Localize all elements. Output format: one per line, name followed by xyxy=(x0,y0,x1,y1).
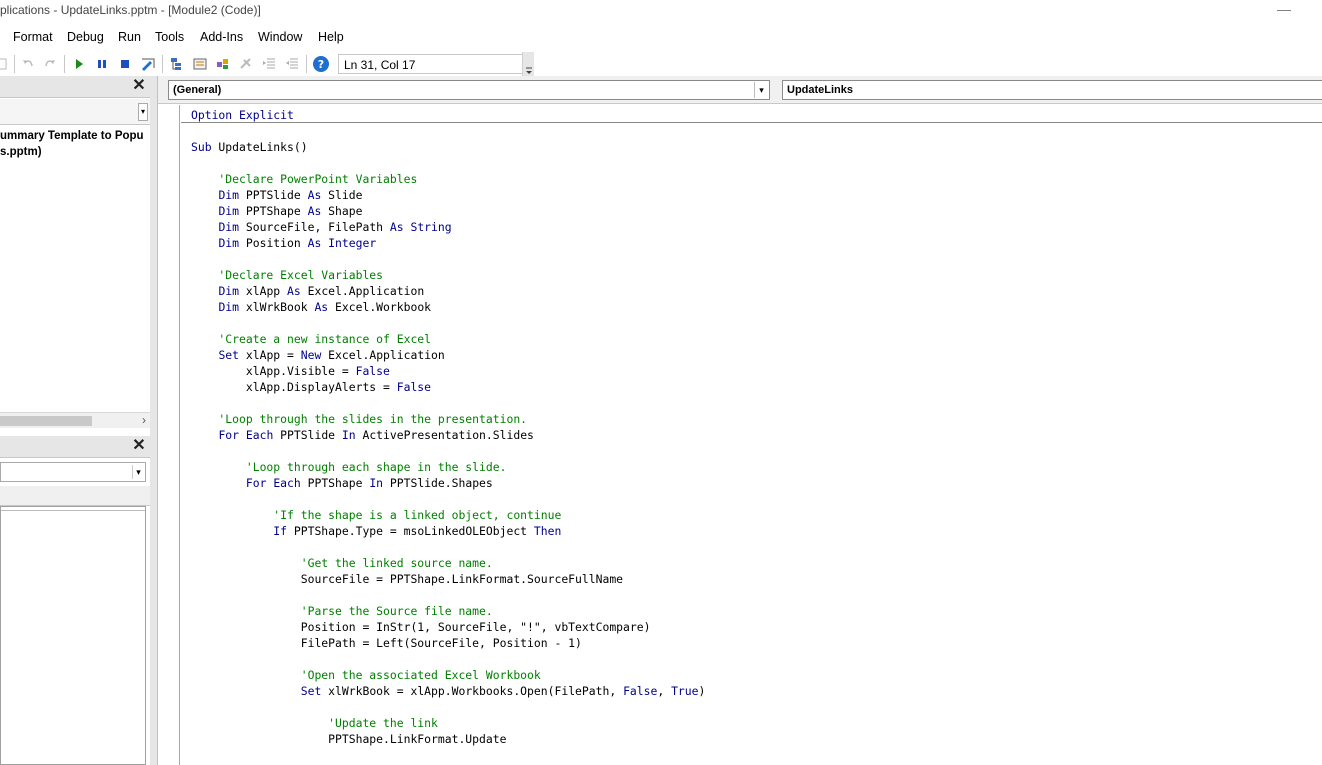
code-line[interactable]: 'Loop through the slides in the presenta… xyxy=(191,411,527,427)
code-editor[interactable]: Option Explicit Sub UpdateLinks() 'Declar… xyxy=(181,105,1322,765)
code-line[interactable]: 'Loop through each shape in the slide. xyxy=(191,459,507,475)
code-line[interactable]: 'Get the linked source name. xyxy=(191,555,493,571)
code-margin-indicator-bar[interactable] xyxy=(158,105,180,765)
code-line[interactable]: 'Open the associated Excel Workbook xyxy=(191,667,541,683)
code-line[interactable]: 'Declare Excel Variables xyxy=(191,267,383,283)
toolbar-overflow-grip[interactable] xyxy=(522,52,534,76)
code-line[interactable]: For Each PPTSlide In ActivePresentation.… xyxy=(191,427,533,443)
standard-toolbar: ? Ln 31, Col 17 xyxy=(0,52,534,76)
project-explorer-pane: ✕ ▾ ummary Template to Popu s.pptm) › xyxy=(0,76,150,428)
run-icon[interactable] xyxy=(69,54,89,74)
redo-icon[interactable] xyxy=(40,54,60,74)
code-line[interactable]: FilePath = Left(SourceFile, Position - 1… xyxy=(191,635,582,651)
pane-splitter[interactable] xyxy=(150,76,158,765)
svg-text:?: ? xyxy=(318,58,324,71)
code-line[interactable]: xlApp.Visible = False xyxy=(191,363,390,379)
chevron-down-icon[interactable]: ▾ xyxy=(132,465,144,479)
project-explorer-icon[interactable] xyxy=(167,54,187,74)
procedure-combo-value: UpdateLinks xyxy=(787,84,854,96)
window-title: plications - UpdateLinks.pptm - [Module2… xyxy=(0,3,261,17)
properties-icon[interactable] xyxy=(190,54,210,74)
cursor-position-status: Ln 31, Col 17 xyxy=(338,54,524,74)
code-line[interactable]: Dim PPTSlide As Slide xyxy=(191,187,362,203)
minimize-button[interactable]: — xyxy=(1268,0,1300,24)
properties-grid[interactable] xyxy=(0,506,146,765)
vba-editor-window: plications - UpdateLinks.pptm - [Module2… xyxy=(0,0,1322,765)
object-combo[interactable]: (General) ▾ xyxy=(168,80,770,100)
project-tree-item[interactable]: ummary Template to Popu xyxy=(0,130,148,142)
code-line[interactable]: For Each PPTShape In PPTSlide.Shapes xyxy=(191,475,493,491)
break-icon[interactable] xyxy=(92,54,112,74)
chevron-down-icon[interactable]: ▾ xyxy=(754,82,768,98)
menu-add-ins[interactable]: Add-Ins xyxy=(200,30,243,44)
properties-object-dropdown[interactable]: ▾ xyxy=(0,462,146,482)
scrollbar-thumb[interactable] xyxy=(0,416,92,426)
outdent-icon[interactable] xyxy=(282,54,302,74)
code-line[interactable]: SourceFile = PPTShape.LinkFormat.SourceF… xyxy=(191,571,623,587)
code-line[interactable]: 'Parse the Source file name. xyxy=(191,603,493,619)
code-line[interactable]: Dim xlWrkBook As Excel.Workbook xyxy=(191,299,431,315)
code-window-header: (General) ▾ UpdateLinks xyxy=(158,76,1322,104)
design-mode-icon[interactable] xyxy=(138,54,158,74)
properties-tabs[interactable] xyxy=(0,486,150,506)
code-line[interactable]: PPTShape.LinkFormat.Update xyxy=(191,731,506,747)
undo-icon[interactable] xyxy=(18,54,38,74)
code-line[interactable]: Option Explicit xyxy=(191,107,294,123)
help-icon[interactable]: ? xyxy=(311,54,331,74)
declarations-separator xyxy=(181,122,1322,123)
menu-debug[interactable]: Debug xyxy=(67,30,104,44)
menu-format[interactable]: Format xyxy=(13,30,53,44)
close-project-explorer-button[interactable]: ✕ xyxy=(131,78,147,94)
close-properties-button[interactable]: ✕ xyxy=(131,438,147,454)
code-line[interactable]: Dim SourceFile, FilePath As String xyxy=(191,219,451,235)
code-line[interactable]: Dim xlApp As Excel.Application xyxy=(191,283,424,299)
toolbar-separator xyxy=(64,55,65,73)
menu-help[interactable]: Help xyxy=(318,30,344,44)
code-line[interactable]: 'Update the link xyxy=(191,715,438,731)
toolbar-separator xyxy=(306,55,307,73)
code-line[interactable]: Sub UpdateLinks() xyxy=(191,139,308,155)
project-explorer-header: ✕ xyxy=(0,76,150,98)
menu-window[interactable]: Window xyxy=(258,30,302,44)
code-line[interactable]: If PPTShape.Type = msoLinkedOLEObject Th… xyxy=(191,523,561,539)
toolbar-separator xyxy=(14,55,15,73)
menu-run[interactable]: Run xyxy=(118,30,141,44)
project-explorer-toolbar: ▾ xyxy=(0,99,150,125)
code-line[interactable]: 'Create a new instance of Excel xyxy=(191,331,431,347)
code-line[interactable]: xlApp.DisplayAlerts = False xyxy=(191,379,431,395)
procedure-combo[interactable]: UpdateLinks xyxy=(782,80,1322,100)
toolbar-separator xyxy=(162,55,163,73)
properties-header: ✕ xyxy=(0,436,150,458)
menu-bar: Format Debug Run Tools Add-Ins Window He… xyxy=(0,28,1322,48)
grid-divider xyxy=(1,510,145,511)
code-line[interactable]: Dim Position As Integer xyxy=(191,235,376,251)
find-icon[interactable] xyxy=(0,54,12,74)
toolbox-icon[interactable] xyxy=(236,54,256,74)
indent-icon[interactable] xyxy=(259,54,279,74)
scroll-right-icon[interactable]: › xyxy=(142,413,146,427)
title-bar: plications - UpdateLinks.pptm - [Module2… xyxy=(0,0,1322,24)
properties-pane: ✕ ▾ xyxy=(0,436,150,765)
scroll-arrow-icon[interactable]: ▾ xyxy=(138,103,148,121)
code-line[interactable]: 'Declare PowerPoint Variables xyxy=(191,171,417,187)
project-tree-item-continued[interactable]: s.pptm) xyxy=(0,146,148,158)
code-line[interactable]: Set xlApp = New Excel.Application xyxy=(191,347,444,363)
reset-icon[interactable] xyxy=(115,54,135,74)
code-window: (General) ▾ UpdateLinks Option Explicit S… xyxy=(158,76,1322,765)
horizontal-scrollbar[interactable]: › xyxy=(0,412,150,428)
code-line[interactable]: Dim PPTShape As Shape xyxy=(191,203,362,219)
code-line[interactable]: 'If the shape is a linked object, contin… xyxy=(191,507,561,523)
code-line[interactable]: Position = InStr(1, SourceFile, "!", vbT… xyxy=(191,619,651,635)
object-combo-value: (General) xyxy=(173,84,222,96)
menu-tools[interactable]: Tools xyxy=(155,30,184,44)
object-browser-icon[interactable] xyxy=(213,54,233,74)
code-line[interactable]: Set xlWrkBook = xlApp.Workbooks.Open(Fil… xyxy=(191,683,706,699)
